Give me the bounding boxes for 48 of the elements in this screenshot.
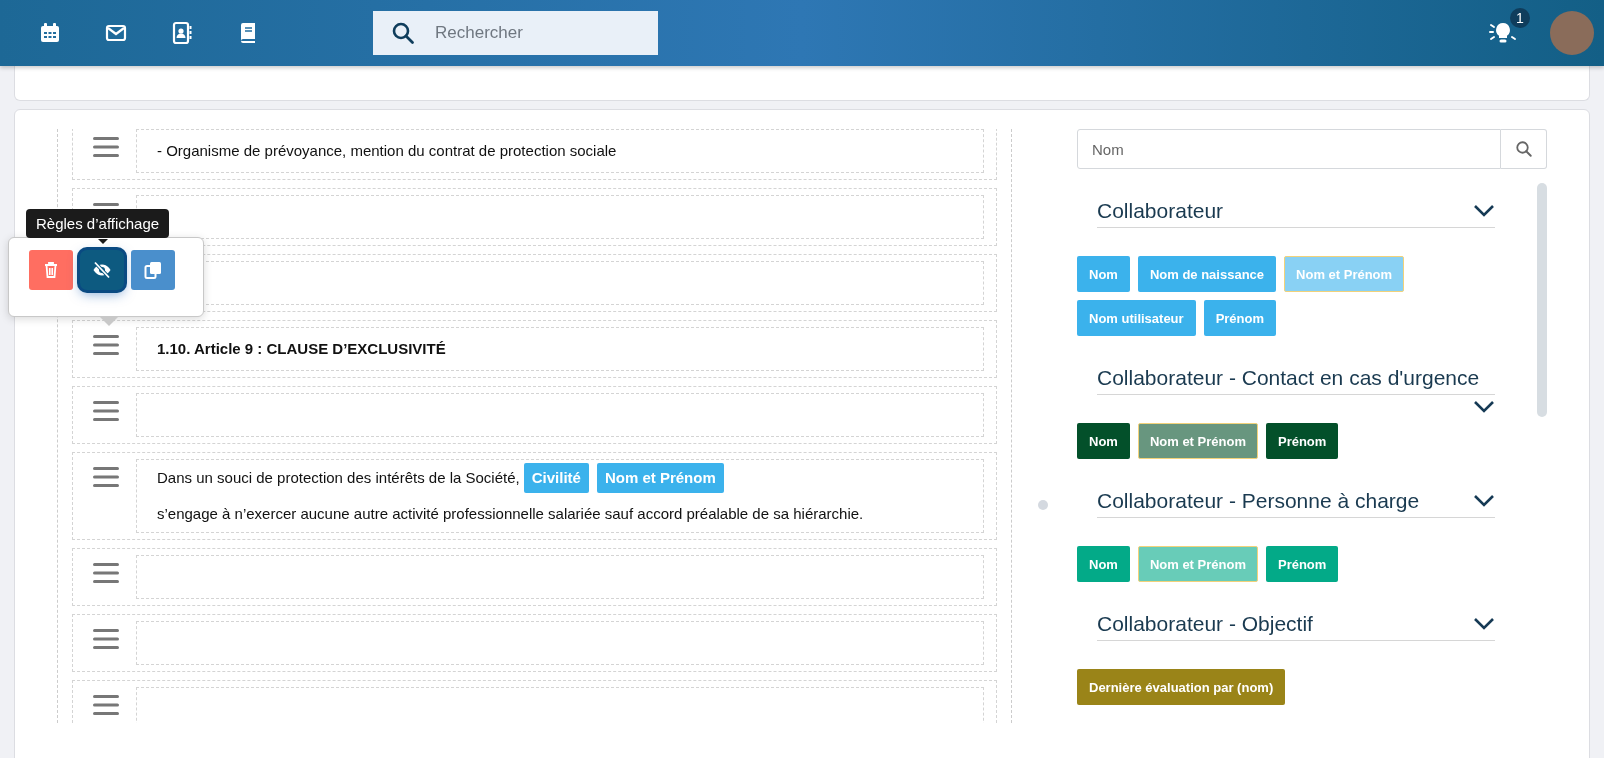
field-tag[interactable]: Prénom: [1265, 546, 1339, 582]
drag-handle-icon[interactable]: [93, 467, 119, 487]
field-tag[interactable]: Nom et Prénom: [1284, 256, 1405, 292]
field-tag[interactable]: Prénom: [1203, 300, 1277, 336]
field-tag[interactable]: Nom et Prénom: [1137, 423, 1258, 459]
visibility-button[interactable]: [80, 250, 124, 290]
accordion-header[interactable]: Collaborateur - Contact en cas d'urgence: [1097, 350, 1495, 395]
chevron-down-icon: [1473, 400, 1495, 414]
field-tag[interactable]: Prénom: [1265, 423, 1339, 459]
drag-handle-icon[interactable]: [93, 695, 119, 715]
paragraph-text: Dans un souci de protection des intérêts de la Société,: [157, 468, 520, 488]
drag-handle-icon[interactable]: [93, 137, 119, 157]
eye-slash-icon: [92, 260, 112, 280]
copy-icon: [143, 260, 163, 280]
tooltip: Règles d’affichage: [26, 209, 170, 238]
drag-handle-icon[interactable]: [93, 401, 119, 421]
search-button[interactable]: [1501, 129, 1547, 169]
drag-handle-icon[interactable]: [93, 335, 119, 355]
field-tag[interactable]: Nom et Prénom: [596, 463, 724, 493]
field-tag[interactable]: Nom utilisateur: [1077, 300, 1196, 336]
field-tag[interactable]: Dernière évaluation par (nom): [1077, 669, 1286, 705]
article-heading: 1.10. Article 9 : CLAUSE D’EXCLUSIVITÉ: [157, 339, 446, 359]
field-tag[interactable]: Nom: [1077, 423, 1130, 459]
delete-button[interactable]: [29, 250, 73, 290]
resize-handle[interactable]: [1038, 500, 1048, 510]
copy-button[interactable]: [131, 250, 175, 290]
drag-handle-icon[interactable]: [93, 563, 119, 583]
search-icon: [1514, 140, 1533, 158]
field-tag[interactable]: Nom: [1077, 546, 1130, 582]
field-tag[interactable]: Nom et Prénom: [1137, 546, 1258, 582]
field-search-input[interactable]: Nom: [1077, 129, 1501, 169]
accordion-header[interactable]: Collaborateur - Personne à charge: [1097, 473, 1495, 518]
notification-count: 1: [1510, 8, 1530, 28]
drag-handle-icon[interactable]: [93, 629, 119, 649]
accordion-header[interactable]: Collaborateur: [1097, 183, 1495, 228]
field-tag[interactable]: Civilité: [523, 463, 589, 493]
search-field[interactable]: Rechercher: [373, 11, 658, 55]
field-tag[interactable]: Nom: [1077, 256, 1130, 292]
chevron-down-icon: [1473, 494, 1495, 508]
chevron-down-icon: [1473, 204, 1495, 218]
address-book-icon[interactable]: [170, 21, 194, 45]
scrollbar[interactable]: [1537, 183, 1547, 417]
chevron-down-icon: [1473, 617, 1495, 631]
calendar-icon[interactable]: [38, 21, 62, 45]
accordion-header[interactable]: Collaborateur - Objectif: [1097, 596, 1495, 641]
field-tag[interactable]: Nom de naissance: [1137, 256, 1277, 292]
paragraph-text: s’engage à n’exercer aucune autre activité professionnelle salariée sauf accord préalable de sa hiérarchie.: [157, 504, 864, 524]
paragraph-text: - Organisme de prévoyance, mention du contrat de protection sociale: [157, 141, 617, 161]
